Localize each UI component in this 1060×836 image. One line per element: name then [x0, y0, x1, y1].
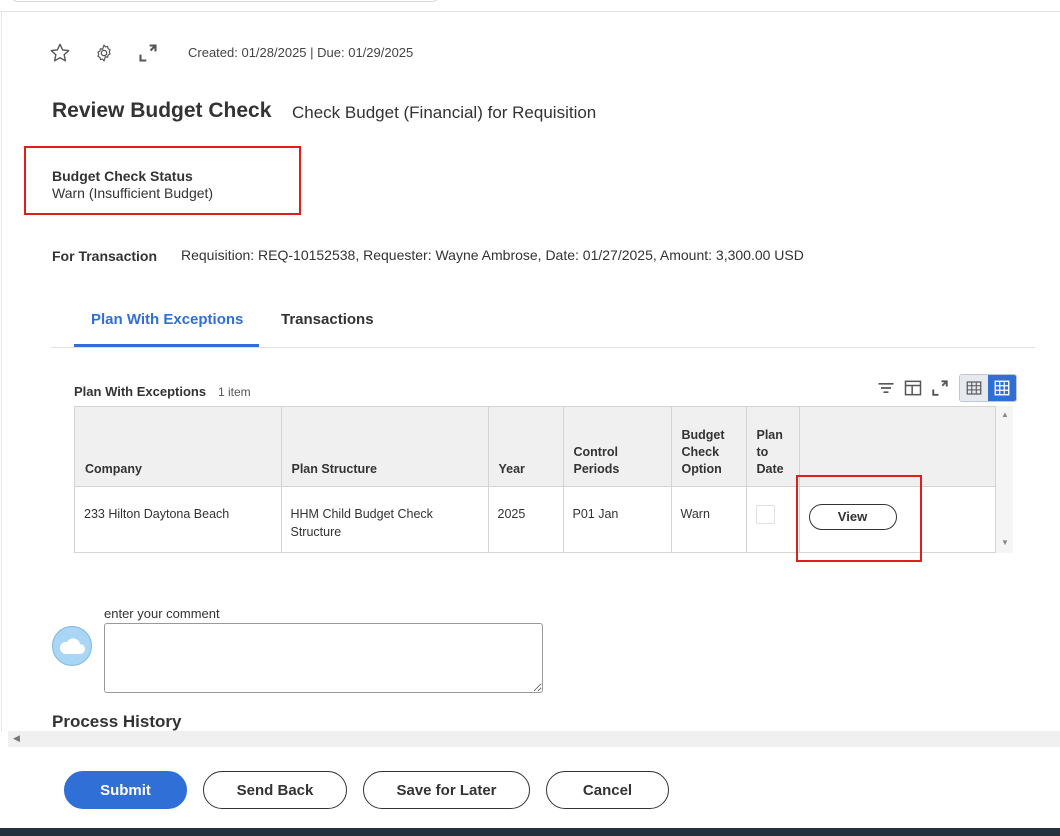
plan-to-date-checkbox[interactable] — [755, 504, 775, 524]
submit-button[interactable]: Submit — [64, 771, 187, 809]
column-header-year[interactable]: Year — [488, 407, 564, 487]
gear-icon[interactable] — [92, 41, 116, 65]
expand-icon[interactable] — [136, 41, 160, 65]
cancel-button[interactable]: Cancel — [546, 771, 669, 809]
cell-company: 233 Hilton Daytona Beach — [75, 486, 282, 552]
grid-toolbar — [870, 374, 1017, 402]
grid-view-icon[interactable] — [988, 375, 1016, 401]
scroll-up-icon[interactable]: ▲ — [1001, 410, 1009, 419]
view-highlight-box — [796, 475, 922, 562]
tab-plan-with-exceptions[interactable]: Plan With Exceptions — [91, 311, 243, 328]
cell-plan-structure: HHM Child Budget Check Structure — [281, 486, 489, 552]
comment-label: enter your comment — [104, 606, 220, 621]
column-header-company[interactable]: Company — [75, 407, 282, 487]
send-back-button[interactable]: Send Back — [203, 771, 347, 809]
view-toggle — [959, 374, 1017, 402]
column-header-plan-structure[interactable]: Plan Structure — [281, 407, 489, 487]
grid-vertical-scrollbar[interactable]: ▲ ▼ — [996, 406, 1013, 553]
status-label: Budget Check Status — [52, 168, 193, 184]
star-icon[interactable] — [48, 41, 72, 65]
scroll-left-icon[interactable]: ◀ — [13, 733, 20, 744]
active-tab-indicator — [74, 344, 259, 347]
top-pill — [10, 0, 440, 2]
cloud-icon — [59, 638, 85, 654]
filter-icon[interactable] — [875, 377, 897, 399]
column-header-plan-to-date[interactable]: Plan to Date — [746, 407, 800, 487]
created-due-meta: Created: 01/28/2025 | Due: 01/29/2025 — [188, 45, 414, 60]
budget-check-status: Budget Check Status Warn (Insufficient B… — [52, 168, 213, 201]
left-divider — [1, 12, 2, 732]
save-for-later-button[interactable]: Save for Later — [363, 771, 530, 809]
header-toolbar — [48, 40, 180, 66]
column-header-budget-check-option[interactable]: Budget Check Option — [671, 407, 747, 487]
cell-plan-to-date — [746, 486, 800, 552]
browser-top-strip — [0, 0, 1060, 12]
avatar — [52, 626, 92, 666]
tab-bar: Plan With Exceptions Transactions — [51, 300, 1035, 348]
for-transaction-label: For Transaction — [52, 248, 158, 264]
process-history-heading: Process History — [52, 712, 182, 731]
scroll-down-icon[interactable]: ▼ — [1001, 538, 1009, 547]
table-view-icon[interactable] — [960, 375, 988, 401]
tab-transactions[interactable]: Transactions — [281, 311, 374, 328]
columns-icon[interactable] — [902, 377, 924, 399]
horizontal-scrollbar[interactable]: ◀ — [8, 731, 1060, 747]
for-transaction-value: Requisition: REQ-10152538, Requester: Wa… — [181, 247, 804, 263]
grid-item-count: 1 item — [218, 385, 251, 399]
taskbar-strip — [0, 828, 1060, 836]
status-value: Warn (Insufficient Budget) — [52, 185, 214, 201]
cell-year: 2025 — [488, 486, 564, 552]
page-subtitle: Check Budget (Financial) for Requisition — [292, 103, 597, 122]
cell-control-periods: P01 Jan — [563, 486, 672, 552]
column-header-control-periods[interactable]: Control Periods — [563, 407, 672, 487]
fullscreen-icon[interactable] — [929, 377, 951, 399]
page-title: Review Budget Check — [52, 99, 272, 122]
cell-budget-check-option: Warn — [671, 486, 747, 552]
comment-input[interactable] — [104, 623, 543, 693]
grid-title: Plan With Exceptions — [74, 384, 207, 399]
